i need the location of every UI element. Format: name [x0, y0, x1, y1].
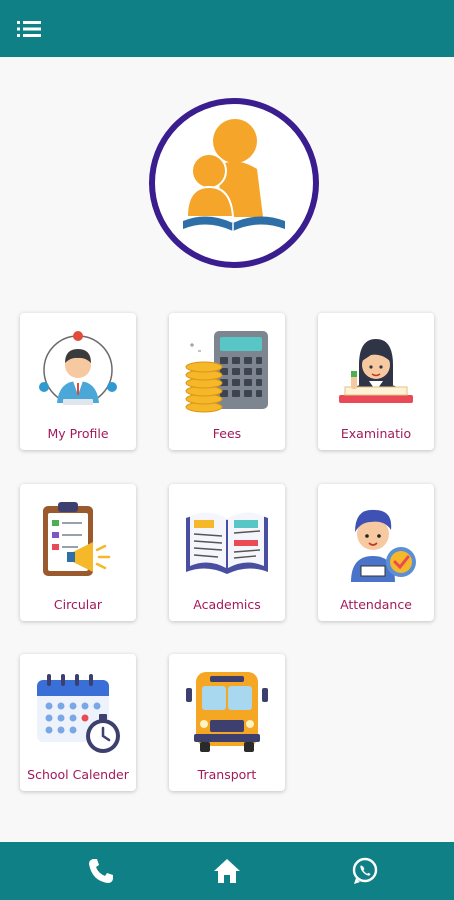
- calendar-icon: [37, 674, 120, 753]
- attendance-icon: [351, 509, 416, 582]
- tile-school-calender[interactable]: School Calender: [20, 654, 136, 791]
- bottom-nav: [0, 842, 454, 900]
- tile-examination[interactable]: Examinatio: [318, 313, 434, 450]
- list-menu-icon[interactable]: [14, 14, 44, 44]
- phone-icon[interactable]: [86, 856, 116, 886]
- profile-icon: [39, 331, 117, 405]
- whatsapp-icon[interactable]: [350, 856, 380, 886]
- tile-my-profile[interactable]: My Profile: [20, 313, 136, 450]
- tile-label: School Calender: [27, 767, 129, 782]
- tile-transport[interactable]: Transport: [169, 654, 285, 791]
- bus-icon: [186, 672, 268, 752]
- app-header: [0, 0, 454, 57]
- tile-label: My Profile: [47, 426, 109, 441]
- tile-label: Fees: [212, 426, 242, 441]
- circular-clipboard-icon: [43, 502, 111, 576]
- tile-label: Transport: [197, 767, 257, 782]
- tile-attendance[interactable]: Attendance: [318, 484, 434, 621]
- tile-label: Attendance: [340, 597, 412, 612]
- tile-fees[interactable]: Fees: [169, 313, 285, 450]
- tile-circular[interactable]: Circular: [20, 484, 136, 621]
- fees-calculator-icon: [185, 331, 268, 413]
- tile-label: Circular: [53, 597, 103, 612]
- home-icon[interactable]: [212, 856, 242, 886]
- school-logo-icon: [149, 98, 319, 268]
- book-icon: [186, 512, 268, 574]
- examination-icon: [339, 339, 413, 403]
- tile-label: Examinatio: [340, 426, 412, 441]
- tile-label: Academics: [193, 597, 261, 612]
- tile-academics[interactable]: Academics: [169, 484, 285, 621]
